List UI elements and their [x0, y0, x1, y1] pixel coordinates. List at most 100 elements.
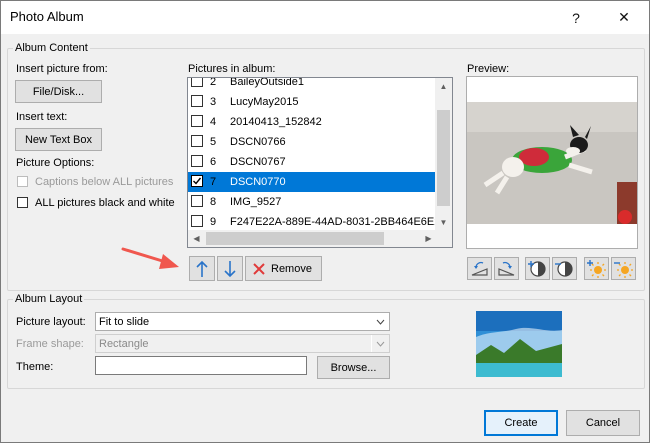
scroll-up-icon[interactable]: ▲ [435, 78, 452, 95]
horizontal-scroll-thumb[interactable] [206, 232, 384, 245]
move-up-button[interactable] [189, 256, 215, 281]
help-button[interactable]: ? [553, 1, 599, 34]
theme-input[interactable] [95, 356, 307, 375]
frame-shape-label: Frame shape: [16, 338, 84, 350]
picture-number: 9 [210, 216, 217, 228]
list-item[interactable]: 5 DSCN0766 [188, 132, 437, 152]
picture-number: 3 [210, 96, 217, 108]
captions-label: Captions below ALL pictures [35, 176, 174, 188]
rotate-left-icon [471, 261, 488, 276]
picture-checkbox[interactable] [191, 215, 203, 227]
picture-checkbox[interactable] [191, 195, 203, 207]
picture-checkbox[interactable] [191, 155, 203, 167]
scroll-left-icon[interactable]: ◀ [188, 230, 205, 247]
picture-name: BaileyOutside1 [230, 77, 304, 88]
picture-number: 8 [210, 196, 217, 208]
photo-album-dialog: Photo Album ? ✕ Album Content Insert pic… [0, 0, 650, 443]
picture-name: DSCN0770 [230, 176, 286, 188]
list-item[interactable]: 9 F247E22A-889E-44AD-8031-2BB464E6E22A [188, 212, 452, 232]
album-content-legend: Album Content [15, 42, 88, 54]
move-down-button[interactable] [217, 256, 243, 281]
remove-x-icon [253, 262, 265, 275]
black-white-label: ALL pictures black and white [35, 197, 175, 209]
vertical-scrollbar[interactable]: ▲ ▼ [435, 78, 452, 231]
preview-label: Preview: [467, 63, 510, 75]
increase-brightness-button[interactable] [584, 257, 609, 280]
picture-number: 6 [210, 156, 217, 168]
file-disk-label: File/Disk... [32, 85, 85, 98]
list-item[interactable]: 2 BaileyOutside1 [188, 77, 437, 92]
browse-label: Browse... [330, 361, 377, 374]
picture-number: 5 [210, 136, 217, 148]
picture-layout-value: Fit to slide [99, 316, 150, 328]
annotation-arrow-icon [121, 247, 179, 269]
horizontal-scrollbar[interactable]: ◀ ▶ [188, 230, 437, 247]
contrast-increase-icon [528, 261, 546, 277]
decrease-brightness-button[interactable] [611, 257, 636, 280]
brightness-increase-icon [587, 260, 606, 278]
remove-label: Remove [271, 262, 312, 275]
picture-name: IMG_9527 [230, 196, 282, 208]
title-bar: Photo Album ? ✕ [1, 1, 649, 34]
decrease-contrast-button[interactable] [552, 257, 577, 280]
create-label: Create [504, 417, 538, 429]
vertical-scroll-thumb[interactable] [437, 110, 450, 206]
window-title: Photo Album [10, 9, 84, 24]
list-item-selected[interactable]: 7 DSCN0770 [188, 172, 437, 192]
picture-name: LucyMay2015 [230, 96, 299, 108]
album-layout-legend: Album Layout [15, 293, 83, 305]
chevron-down-icon[interactable] [371, 313, 389, 330]
list-item[interactable]: 3 LucyMay2015 [188, 92, 437, 112]
arrow-up-icon [196, 260, 208, 277]
rotate-left-button[interactable] [467, 257, 492, 280]
list-item[interactable]: 8 IMG_9527 [188, 192, 437, 212]
layout-preview-thumbnail [476, 311, 562, 377]
new-text-box-label: New Text Box [24, 133, 93, 146]
pictures-in-album-label: Pictures in album: [188, 63, 276, 75]
close-button[interactable]: ✕ [601, 1, 647, 34]
picture-checkbox[interactable] [191, 78, 203, 87]
picture-name: DSCN0766 [230, 136, 286, 148]
picture-name: 20140413_152842 [230, 116, 322, 128]
picture-checkbox[interactable] [191, 135, 203, 147]
list-item[interactable]: 4 20140413_152842 [188, 112, 437, 132]
chevron-down-icon[interactable] [371, 335, 389, 352]
cancel-label: Cancel [585, 417, 621, 429]
picture-checkbox[interactable] [191, 95, 203, 107]
frame-shape-select[interactable]: Rectangle [95, 334, 390, 353]
picture-layout-select[interactable]: Fit to slide [95, 312, 390, 331]
black-white-checkbox[interactable] [17, 197, 28, 208]
picture-options-label: Picture Options: [16, 157, 95, 169]
new-text-box-button[interactable]: New Text Box [15, 128, 102, 151]
remove-button[interactable]: Remove [245, 256, 322, 281]
insert-text-label: Insert text: [16, 111, 68, 123]
picture-checkbox-checked[interactable] [191, 175, 203, 187]
brightness-decrease-icon [614, 262, 633, 278]
contrast-decrease-icon [555, 261, 573, 277]
rotate-right-icon [498, 261, 515, 276]
arrow-down-icon [224, 260, 236, 277]
scroll-down-icon[interactable]: ▼ [435, 214, 452, 231]
file-disk-button[interactable]: File/Disk... [15, 80, 102, 103]
picture-number: 2 [210, 77, 217, 88]
pictures-listbox[interactable]: 2 BaileyOutside1 3 LucyMay2015 4 2014041… [187, 77, 453, 248]
frame-shape-value: Rectangle [99, 338, 149, 350]
browse-button[interactable]: Browse... [317, 356, 390, 379]
scrollbar-corner [435, 230, 452, 247]
list-item[interactable]: 6 DSCN0767 [188, 152, 437, 172]
increase-contrast-button[interactable] [525, 257, 550, 280]
picture-name: DSCN0767 [230, 156, 286, 168]
picture-number: 4 [210, 116, 217, 128]
cancel-button[interactable]: Cancel [566, 410, 640, 436]
picture-layout-label: Picture layout: [16, 316, 86, 328]
picture-name: F247E22A-889E-44AD-8031-2BB464E6E22A [230, 216, 453, 228]
dog-photo-preview [467, 77, 637, 248]
captions-checkbox[interactable] [17, 176, 28, 187]
insert-picture-label: Insert picture from: [16, 63, 108, 75]
rotate-right-button[interactable] [494, 257, 519, 280]
checkmark-icon [193, 177, 202, 185]
theme-label: Theme: [16, 361, 54, 373]
create-button[interactable]: Create [484, 410, 558, 436]
picture-checkbox[interactable] [191, 115, 203, 127]
preview-pane [466, 76, 638, 249]
